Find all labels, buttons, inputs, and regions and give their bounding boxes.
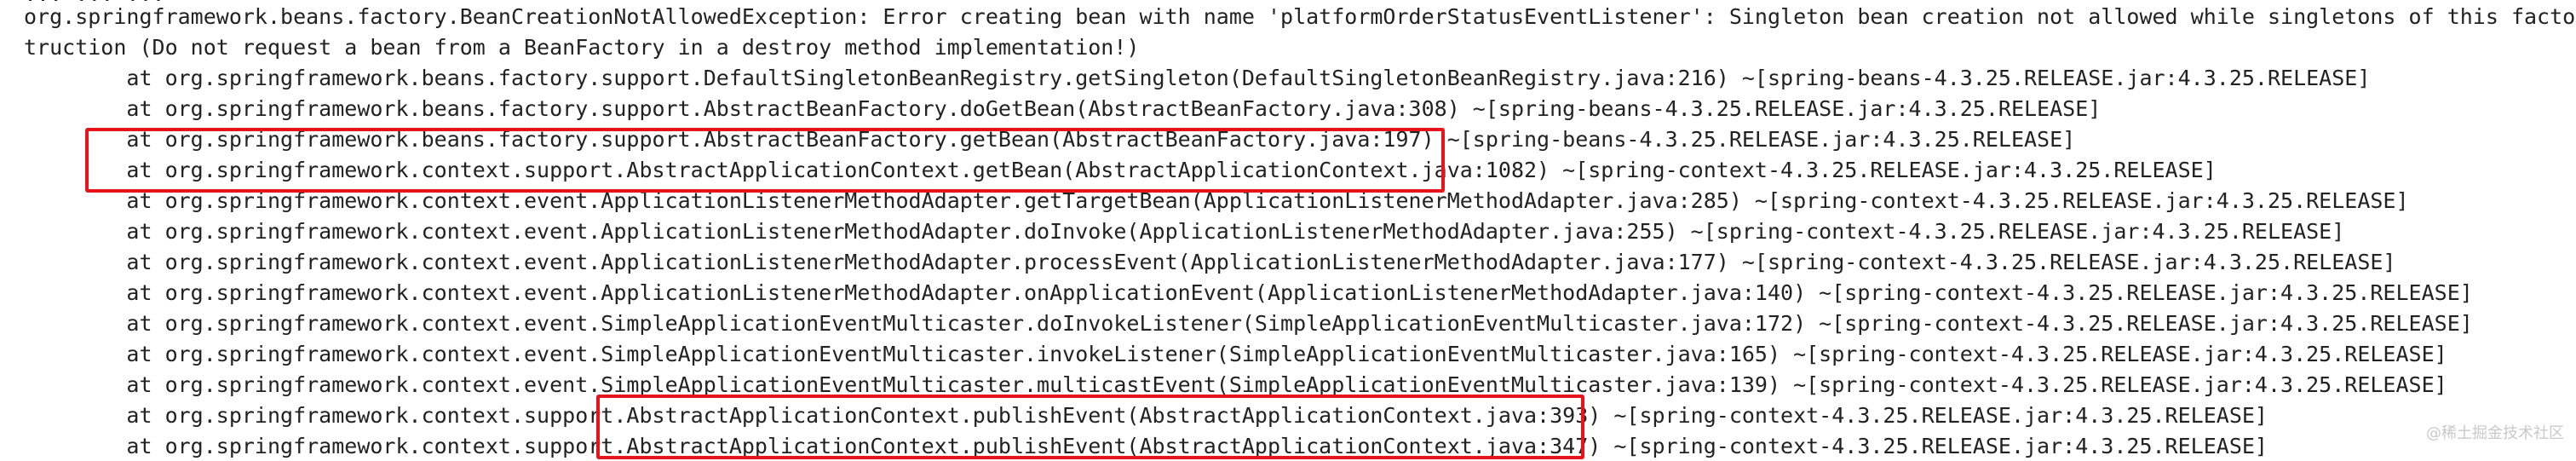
log-line-stack-frame: at org.springframework.beans.factory.sup… — [24, 96, 2102, 121]
highlight-box-publishevent-frames — [596, 395, 1584, 459]
log-line-stack-frame: at org.springframework.context.event.App… — [24, 280, 2473, 305]
log-line-stack-frame: at org.springframework.context.event.Sim… — [24, 311, 2473, 336]
highlight-box-getbean-frames — [85, 128, 1445, 193]
log-line-exception: org.springframework.beans.factory.BeanCr… — [24, 4, 2576, 29]
log-line-stack-frame: at org.springframework.context.event.App… — [24, 219, 2345, 244]
site-watermark: @稀土掘金技术社区 — [2426, 424, 2564, 442]
log-line-stack-frame: at org.springframework.context.event.Sim… — [24, 342, 2447, 366]
log-line-exception-continued: truction (Do not request a bean from a B… — [24, 35, 1140, 60]
log-line-stack-frame: at org.springframework.context.event.App… — [24, 250, 2396, 274]
log-line-stack-frame: at org.springframework.beans.factory.sup… — [24, 66, 2371, 90]
stack-trace-log: ... ... ... org.springframework.beans.fa… — [0, 0, 2576, 458]
